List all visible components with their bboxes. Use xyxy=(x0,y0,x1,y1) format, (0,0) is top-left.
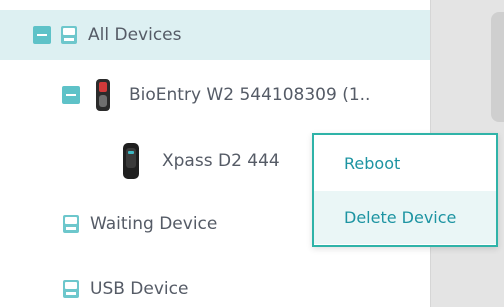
reboot-menu-item[interactable]: Reboot xyxy=(314,137,496,190)
tree-item-label: Waiting Device xyxy=(90,214,218,234)
tree-item-bioentry[interactable]: BioEntry W2 544108309 (1.. xyxy=(0,70,430,120)
tree-item-label: Xpass D2 444 xyxy=(162,151,280,171)
folder-icon xyxy=(63,215,79,233)
xpass-device-icon xyxy=(123,143,139,179)
tree-item-usb-device[interactable]: USB Device xyxy=(0,264,430,307)
tree-item-label: All Devices xyxy=(88,25,182,45)
folder-icon xyxy=(63,280,79,298)
panel-card xyxy=(491,12,504,122)
folder-icon xyxy=(61,26,77,44)
tree-item-label: BioEntry W2 544108309 (1.. xyxy=(129,85,371,105)
device-manager-screen: All Devices BioEntry W2 544108309 (1.. X… xyxy=(0,0,504,307)
context-menu: Reboot Delete Device xyxy=(312,133,498,247)
tree-item-label: USB Device xyxy=(90,279,189,299)
collapse-toggle-icon[interactable] xyxy=(33,26,51,44)
bioentry-device-icon xyxy=(96,79,110,111)
collapse-toggle-icon[interactable] xyxy=(62,86,80,104)
delete-device-menu-item[interactable]: Delete Device xyxy=(314,191,496,244)
tree-item-all-devices[interactable]: All Devices xyxy=(0,10,430,60)
